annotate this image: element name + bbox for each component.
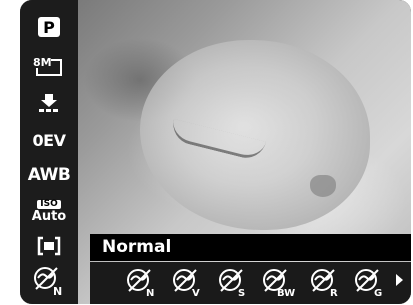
selected-option-label-bar: Normal: [90, 234, 411, 261]
menu-item-exposure[interactable]: 0EV: [20, 123, 78, 157]
menu-item-iso[interactable]: ISO Auto: [20, 194, 78, 228]
color-effect-options: N V S BW R G: [90, 262, 411, 304]
menu-item-image-size[interactable]: 8M: [20, 50, 78, 84]
svg-text:G: G: [374, 288, 382, 298]
subject-cat: [140, 40, 370, 230]
subject-cat-nose: [310, 175, 336, 197]
iso-icon: ISO Auto: [31, 198, 67, 224]
menu-item-quality[interactable]: [20, 86, 78, 120]
quality-icon: [39, 94, 58, 112]
white-balance-value: AWB: [27, 165, 71, 185]
option-green[interactable]: G: [352, 268, 388, 298]
option-sepia[interactable]: S: [216, 268, 252, 298]
svg-text:R: R: [330, 288, 338, 298]
color-vivid-icon: V: [173, 269, 200, 298]
option-normal[interactable]: N: [124, 268, 160, 298]
menu-item-scene-mode[interactable]: P: [20, 10, 78, 44]
left-menu: P 8M 0EV AWB ISO Auto N: [20, 0, 78, 304]
svg-text:N: N: [53, 285, 62, 297]
menu-item-color-effect[interactable]: N: [20, 264, 78, 298]
svg-text:BW: BW: [277, 288, 295, 298]
color-red-icon: R: [311, 269, 338, 298]
color-sepia-icon: S: [219, 269, 245, 298]
camera-screen: P 8M 0EV AWB ISO Auto N Normal N V S BW …: [20, 0, 411, 304]
color-bw-icon: BW: [263, 269, 295, 298]
menu-item-metering[interactable]: [20, 229, 78, 263]
menu-item-white-balance[interactable]: AWB: [20, 158, 78, 192]
option-black-white[interactable]: BW: [260, 268, 296, 298]
chevron-right-icon[interactable]: [396, 274, 403, 286]
selected-option-label: Normal: [102, 237, 172, 257]
color-green-icon: G: [355, 269, 382, 298]
svg-text:N: N: [146, 288, 154, 298]
exposure-value: 0EV: [32, 130, 66, 150]
option-vivid[interactable]: V: [170, 268, 206, 298]
color-normal-icon: N: [127, 269, 154, 298]
image-size-icon: 8M: [33, 56, 62, 76]
option-red[interactable]: R: [308, 268, 344, 298]
program-mode-icon: P: [38, 17, 60, 37]
svg-text:S: S: [238, 288, 245, 298]
svg-text:8M: 8M: [33, 56, 52, 69]
color-effect-icon: N: [34, 267, 62, 297]
svg-text:V: V: [192, 288, 200, 298]
metering-icon: [37, 236, 61, 256]
